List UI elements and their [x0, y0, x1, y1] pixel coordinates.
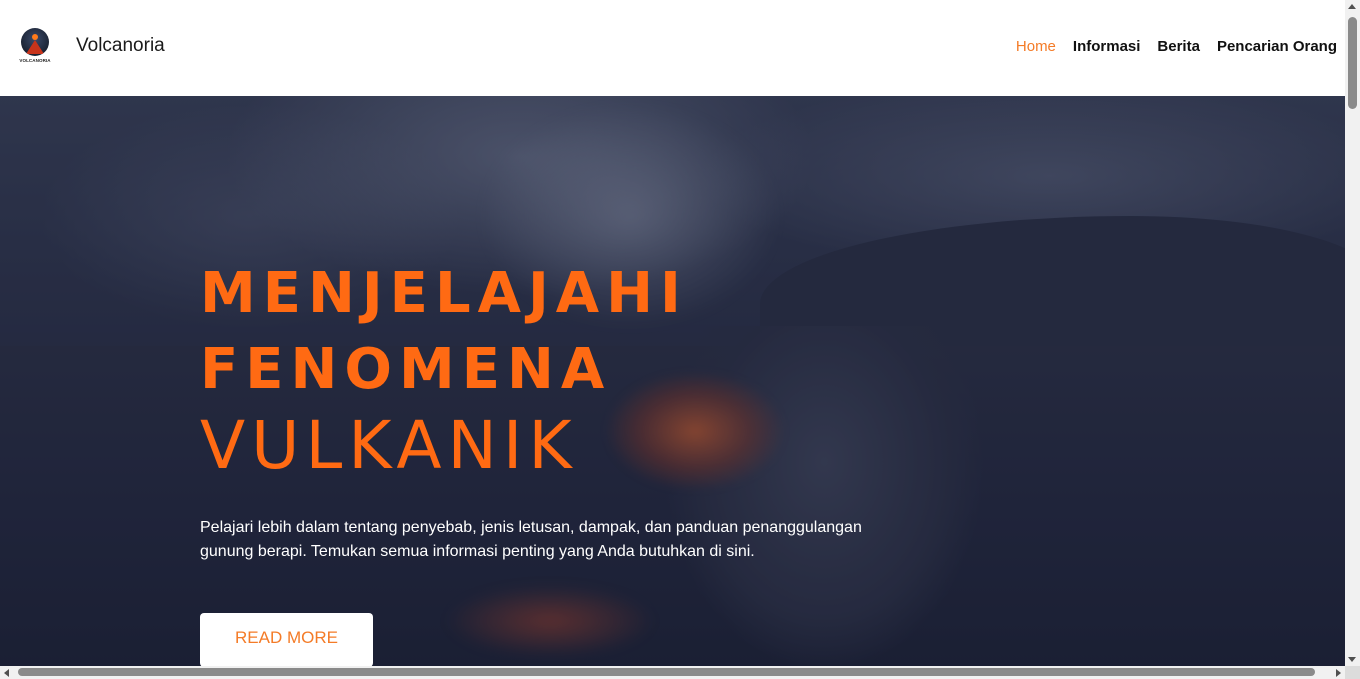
nav-berita[interactable]: Berita — [1157, 38, 1200, 55]
scroll-right-arrow-icon[interactable] — [1336, 669, 1341, 677]
hero-title-line-2: FENOMENA — [200, 337, 612, 402]
hero-title-line-3: VULKANIK — [200, 407, 578, 484]
vertical-scroll-thumb[interactable] — [1348, 17, 1357, 109]
scroll-down-arrow-icon[interactable] — [1348, 657, 1356, 662]
hero-description: Pelajari lebih dalam tentang penyebab, j… — [200, 519, 862, 560]
scrollbar-corner — [1345, 666, 1360, 679]
nav-pencarian-orang[interactable]: Pencarian Orang — [1217, 38, 1337, 55]
hero-title-line-1: MENJELAJAHI — [200, 261, 688, 326]
horizontal-scrollbar[interactable] — [0, 666, 1345, 679]
logo-emblem — [21, 28, 49, 56]
scroll-left-arrow-icon[interactable] — [4, 669, 9, 677]
main-nav: Home Informasi Berita Pencarian Orang — [1016, 38, 1337, 55]
read-more-button[interactable]: READ MORE — [200, 613, 373, 666]
vertical-scrollbar[interactable] — [1345, 0, 1360, 666]
horizontal-scroll-thumb[interactable] — [18, 668, 1315, 676]
nav-informasi[interactable]: Informasi — [1073, 38, 1141, 55]
volcano-logo-icon[interactable]: VOLCANORIA — [18, 28, 52, 66]
site-header: VOLCANORIA Volcanoria Home Informasi Ber… — [0, 0, 1345, 96]
nav-home[interactable]: Home — [1016, 38, 1056, 55]
brand-name[interactable]: Volcanoria — [76, 35, 165, 57]
scroll-up-arrow-icon[interactable] — [1348, 4, 1356, 9]
logo-caption: VOLCANORIA — [19, 58, 51, 63]
hero-title: MENJELAJAHI FENOMENA VULKANIK — [200, 256, 688, 484]
hero-section: MENJELAJAHI FENOMENA VULKANIK Pelajari l… — [0, 96, 1345, 666]
